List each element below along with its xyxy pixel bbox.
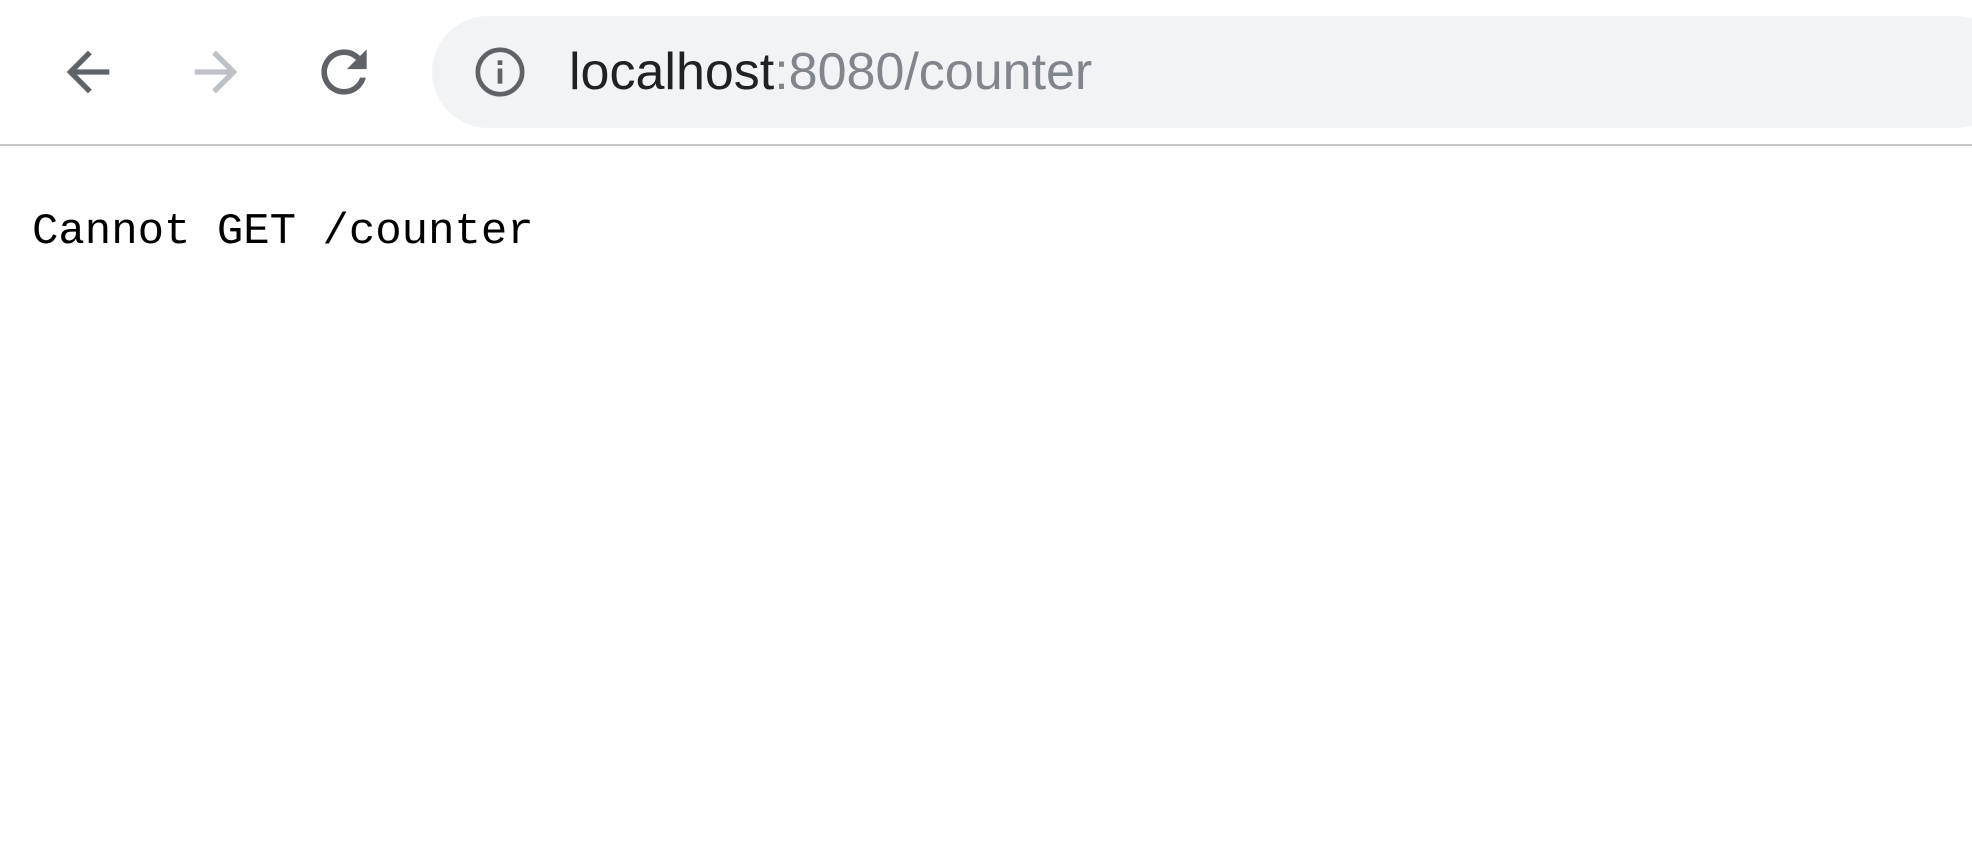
arrow-right-icon (194, 50, 238, 94)
url-host: localhost (569, 43, 775, 101)
reload-button[interactable] (300, 28, 388, 116)
error-message: Cannot GET /counter (32, 207, 534, 257)
browser-toolbar: localhost:8080/counter (0, 0, 1972, 146)
address-bar[interactable]: localhost:8080/counter (432, 16, 1972, 128)
reload-icon (321, 49, 367, 95)
arrow-left-icon (66, 50, 110, 94)
info-icon[interactable] (472, 44, 528, 100)
forward-button[interactable] (172, 28, 260, 116)
url-path: :8080/counter (774, 43, 1093, 101)
back-button[interactable] (44, 28, 132, 116)
address-bar-url[interactable]: localhost:8080/counter (569, 16, 1092, 128)
